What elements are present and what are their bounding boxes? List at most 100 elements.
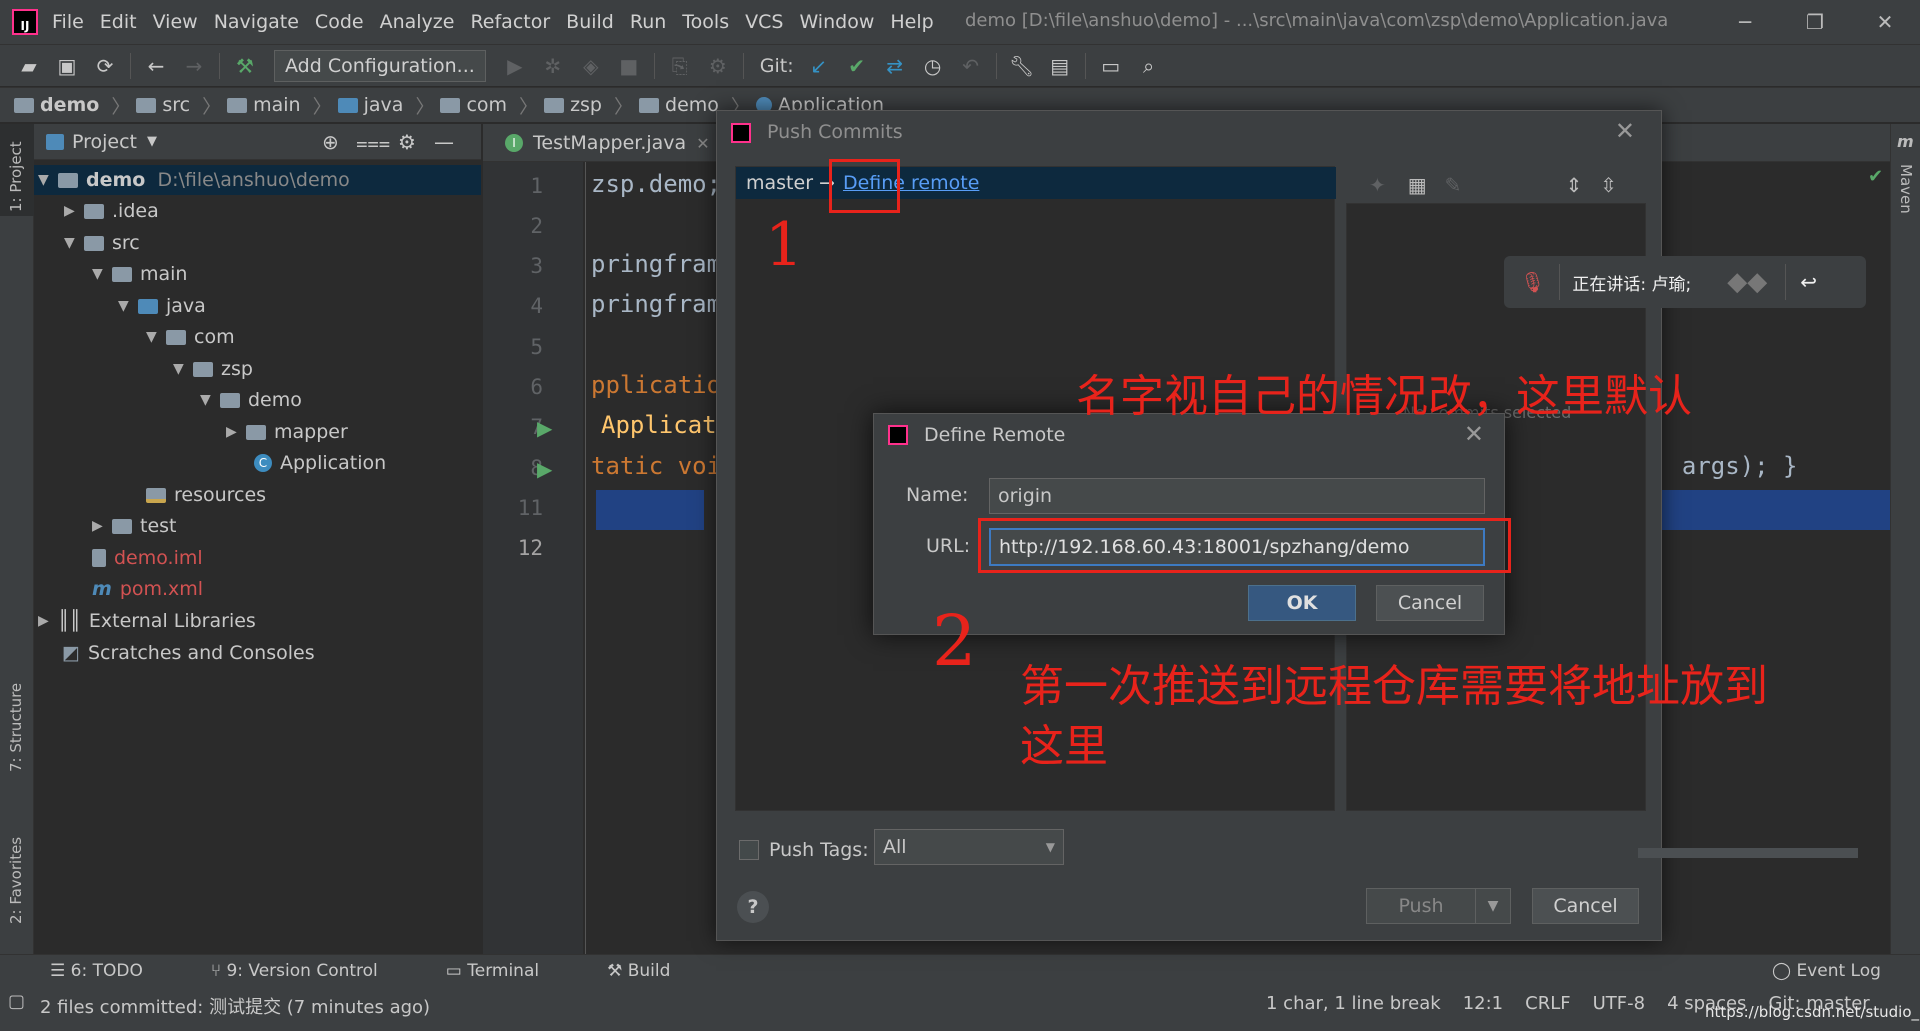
stop-icon[interactable]: ■ (610, 54, 648, 78)
git-update-icon[interactable]: ↙ (800, 54, 838, 78)
run-gutter-icon[interactable]: ▶ (537, 457, 552, 481)
tree-item[interactable]: resources (146, 480, 266, 510)
breadcrumb-item[interactable]: main (227, 94, 301, 116)
git-push-icon[interactable]: ⇄ (876, 54, 914, 78)
menu-window[interactable]: Window (799, 11, 874, 33)
breadcrumb-item[interactable]: demo (14, 94, 99, 116)
file-encoding[interactable]: UTF-8 (1593, 993, 1645, 1014)
push-button[interactable]: Push ▼ (1366, 888, 1511, 924)
event-log-tool[interactable]: ◯ Event Log (1772, 961, 1881, 981)
code-line[interactable]: Applicat (601, 411, 717, 439)
collapse-all-icon[interactable]: ⇳ (1600, 173, 1617, 197)
build-tool[interactable]: ⚒ Build (607, 961, 704, 981)
terminal-tool[interactable]: ▭ Terminal (446, 961, 573, 981)
tree-item-pom[interactable]: m pom.xml (92, 574, 203, 604)
tab-project[interactable]: 1: Project (7, 141, 25, 212)
menu-help[interactable]: Help (890, 11, 933, 33)
menu-tools[interactable]: Tools (682, 11, 729, 33)
push-tags-checkbox[interactable] (739, 840, 759, 860)
git-commit-icon[interactable]: ✔ (838, 54, 876, 78)
tree-item[interactable]: ▶ ║║ External Libraries (38, 606, 256, 636)
code-line[interactable]: , args); } (1653, 452, 1798, 480)
menu-refactor[interactable]: Refactor (470, 11, 550, 33)
tab-favorites[interactable]: 2: Favorites (7, 837, 25, 924)
selection-info[interactable]: 1 char, 1 line break (1266, 993, 1441, 1014)
locate-icon[interactable]: ⊕ (322, 130, 339, 154)
tree-item[interactable]: ▼ zsp (173, 354, 253, 384)
project-structure-icon[interactable]: ▤ (1041, 54, 1079, 78)
close-tab-icon[interactable]: ✕ (696, 134, 709, 153)
run-gutter-icon[interactable]: ▶ (537, 416, 552, 440)
menu-navigate[interactable]: Navigate (214, 11, 299, 33)
code-line[interactable]: tatic voi (591, 452, 721, 480)
reply-icon[interactable]: ↩ (1800, 270, 1817, 294)
hide-panel-icon[interactable]: — (434, 130, 454, 154)
tags-select[interactable]: All ▼ (874, 829, 1064, 865)
tree-item[interactable]: ▶ .idea (64, 196, 159, 226)
forward-icon[interactable]: → (175, 54, 213, 78)
breadcrumb-item[interactable]: demo (639, 94, 719, 116)
tab-maven[interactable]: Maven (1897, 164, 1915, 214)
code-line[interactable]: pplicatio (591, 371, 721, 399)
code-line[interactable]: zsp.demo; (591, 170, 721, 198)
tab-testmapper[interactable]: I TestMapper.java ✕ (493, 124, 722, 162)
terminal-window-icon[interactable]: ▭ (1092, 54, 1130, 78)
search-icon[interactable]: ⌕ (1130, 54, 1168, 78)
tree-item[interactable]: ▼ java (118, 291, 206, 321)
coverage-icon[interactable]: ◈ (572, 54, 610, 78)
collapse-all-icon[interactable]: ⩶ (356, 130, 390, 154)
run-icon[interactable]: ▶ (496, 54, 534, 78)
pin-icon[interactable]: ✦ (1369, 173, 1386, 197)
cancel-button[interactable]: Cancel (1532, 888, 1639, 924)
menu-file[interactable]: File (52, 11, 84, 33)
breadcrumb-item[interactable]: src (136, 94, 190, 116)
tree-item[interactable]: ▼ main (92, 259, 187, 289)
gear-icon[interactable]: ⚙ (398, 130, 416, 154)
close-window-icon[interactable]: ✕ (1850, 0, 1920, 44)
group-icon[interactable]: ▦ (1408, 173, 1427, 197)
breadcrumb-item[interactable]: java (337, 94, 403, 116)
tree-item[interactable]: ▼ demo (200, 385, 302, 415)
push-tags-option[interactable]: Push Tags: (739, 839, 869, 861)
sync-icon[interactable]: ⟳ (86, 54, 124, 78)
rollback-icon[interactable]: ↶ (952, 54, 990, 78)
build-hammer-icon[interactable]: ⚒ (226, 54, 264, 78)
tree-item[interactable]: ◩ Scratches and Consoles (62, 638, 315, 668)
code-line[interactable]: pringfram (591, 250, 721, 278)
chevron-down-icon[interactable]: ▼ (147, 134, 157, 149)
help-icon[interactable]: ? (737, 891, 769, 923)
panel-toggle-icon[interactable]: ▢ (8, 991, 25, 1012)
project-title[interactable]: Project (72, 131, 137, 153)
tree-item[interactable]: ▼ com (146, 322, 235, 352)
breadcrumb-item[interactable]: zsp (544, 94, 602, 116)
cancel-button[interactable]: Cancel (1376, 585, 1484, 621)
line-separator[interactable]: CRLF (1525, 993, 1570, 1014)
tree-item[interactable]: ▶ test (92, 511, 177, 541)
menu-run[interactable]: Run (630, 11, 666, 33)
tree-item[interactable]: ▶ mapper (226, 417, 348, 447)
menu-vcs[interactable]: VCS (745, 11, 783, 33)
update-icon[interactable]: ⎘ (661, 54, 699, 78)
version-control-tool[interactable]: ⑂ 9: Version Control (211, 961, 412, 981)
chevron-down-icon[interactable]: ▼ (1476, 889, 1510, 923)
mic-muted-icon[interactable]: 🎙︎ (1520, 270, 1545, 294)
tab-structure[interactable]: 7: Structure (7, 683, 25, 772)
debug-icon[interactable]: ✲ (534, 54, 572, 78)
settings-dim-icon[interactable]: ⚙ (699, 54, 737, 78)
edit-icon[interactable]: ✎ (1445, 173, 1462, 197)
commit-branch-row[interactable]: master → Define remote (736, 167, 1336, 199)
add-configuration-button[interactable]: Add Configuration... (274, 49, 486, 82)
code-line[interactable]: pringfram (591, 290, 721, 318)
caret-position[interactable]: 12:1 (1463, 993, 1503, 1014)
tree-item-root[interactable]: ▼ demo D:\file\anshuo\demo (38, 165, 350, 195)
tree-item-iml[interactable]: demo.iml (92, 543, 203, 573)
menu-code[interactable]: Code (315, 11, 364, 33)
todo-tool[interactable]: ☰ 6: TODO (50, 961, 177, 981)
history-clock-icon[interactable]: ◷ (914, 54, 952, 78)
breadcrumb-item[interactable]: com (440, 94, 507, 116)
ok-button[interactable]: OK (1248, 585, 1356, 621)
close-icon[interactable]: ✕ (1464, 420, 1484, 448)
scrollbar[interactable] (1638, 848, 1858, 858)
minimize-icon[interactable]: ─ (1710, 0, 1780, 44)
save-all-icon[interactable]: ▣ (48, 54, 86, 78)
